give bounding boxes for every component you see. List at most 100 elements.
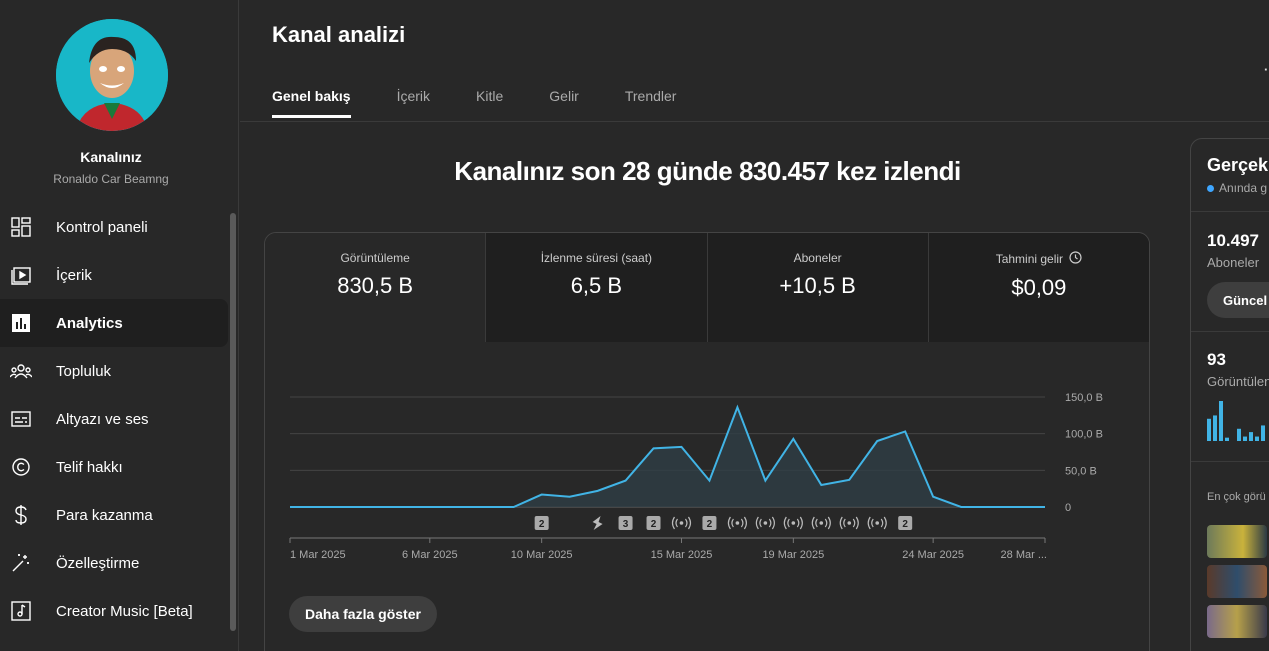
upload-count-label: 2 — [902, 519, 908, 530]
analytics-card: Görüntüleme 830,5 B İzlenme süresi (saat… — [264, 232, 1150, 651]
sidebar-item-label: Altyazı ve ses — [56, 410, 149, 428]
realtime-panel: Gerçek Anında g 10.497 Aboneler Güncel 9… — [1190, 138, 1269, 651]
sidebar-item-label: Kontrol paneli — [56, 218, 148, 236]
y-tick-label: 0 — [1065, 502, 1071, 514]
analytics-icon — [10, 312, 32, 334]
magic-wand-icon — [10, 552, 32, 574]
metric-label: Görüntüleme — [340, 251, 410, 265]
live-icon — [875, 521, 880, 525]
video-thumbnail[interactable] — [1207, 525, 1267, 558]
metric-value: +10,5 B — [779, 273, 856, 298]
realtime-views-label: Görüntülen — [1207, 374, 1269, 389]
y-tick-label: 150,0 B — [1065, 392, 1103, 404]
tab-content[interactable]: İçerik — [397, 88, 430, 118]
sidebar-item-label: Topluluk — [56, 362, 112, 380]
page-title: Kanal analizi — [272, 22, 406, 47]
y-tick-label: 50,0 B — [1065, 465, 1097, 477]
upload-count-label: 3 — [623, 519, 629, 530]
sidebar-scrollbar[interactable] — [230, 213, 236, 631]
sidebar-item-label: Telif hakkı — [56, 458, 123, 476]
copyright-icon — [10, 456, 32, 478]
upload-count-label: 2 — [539, 519, 545, 530]
subtitles-icon — [10, 408, 32, 430]
sidebar-item-customization[interactable]: Özelleştirme — [0, 539, 228, 587]
sidebar-item-community[interactable]: Topluluk — [0, 347, 228, 395]
views-chart: 150,0 B 100,0 B 50,0 B 0 1 Mar 2025 6 Mar 202… — [289, 392, 1103, 561]
shorts-icon — [592, 516, 603, 530]
tab-revenue[interactable]: Gelir — [549, 88, 579, 118]
sidebar-item-label: Özelleştirme — [56, 554, 140, 572]
content-icon — [10, 264, 32, 286]
metric-label: İzlenme süresi (saat) — [540, 251, 653, 265]
live-icon — [735, 521, 740, 525]
tab-bar: Genel bakış İçerik Kitle Gelir Trendler — [272, 88, 722, 118]
realtime-subscribers: 10.497 — [1207, 231, 1259, 250]
realtime-subscribers-label: Aboneler — [1207, 255, 1260, 270]
x-tick-label: 1 Mar 2025 — [290, 549, 346, 561]
x-tick-label: 10 Mar 2025 — [511, 549, 573, 561]
video-thumbnail[interactable] — [1207, 565, 1267, 598]
sidebar-item-analytics[interactable]: Analytics — [0, 299, 228, 347]
upload-count-label: 2 — [707, 519, 713, 530]
sidebar-item-content[interactable]: İçerik — [0, 251, 228, 299]
live-icon — [847, 521, 852, 525]
y-tick-label: 100,0 B — [1065, 429, 1103, 441]
live-icon — [791, 521, 796, 525]
dollar-icon — [10, 504, 32, 526]
show-more-button[interactable]: Daha fazla göster — [289, 596, 437, 632]
x-tick-label: 15 Mar 2025 — [651, 549, 713, 561]
tab-audience[interactable]: Kitle — [476, 88, 503, 118]
realtime-bar — [1255, 436, 1259, 441]
sidebar-nav: Kontrol paneli İçerik Analytics Topluluk… — [0, 203, 228, 635]
x-tick-label: 24 Mar 2025 — [902, 549, 964, 561]
divider — [1191, 461, 1269, 462]
metric-value: $0,09 — [1011, 275, 1067, 300]
realtime-bar — [1225, 437, 1229, 441]
metric-tabs: Görüntüleme 830,5 B İzlenme süresi (saat… — [265, 233, 1149, 342]
realtime-title: Gerçek — [1207, 155, 1269, 175]
realtime-bar — [1237, 428, 1241, 441]
sidebar-item-label: Para kazanma — [56, 506, 153, 524]
sidebar-item-label: Analytics — [56, 314, 123, 332]
header-divider — [240, 121, 1269, 122]
video-thumbnail[interactable] — [1207, 605, 1267, 638]
dashboard-icon — [10, 216, 32, 238]
tab-overview[interactable]: Genel bakış — [272, 88, 351, 118]
clock-icon — [1069, 251, 1082, 267]
channel-name: Kanalınız — [80, 149, 142, 165]
sidebar-item-label: Creator Music [Beta] — [56, 602, 193, 620]
sidebar: Kanalınız Ronaldo Car Beamng Kontrol pan… — [0, 0, 239, 651]
x-tick-label: 19 Mar 2025 — [762, 549, 824, 561]
metric-label: Tahmini gelir — [995, 252, 1064, 266]
summary-headline: Kanalınız son 28 günde 830.457 kez izlen… — [454, 156, 961, 186]
metric-label: Aboneler — [793, 251, 842, 265]
live-dot-icon — [1207, 184, 1214, 192]
metric-value: 830,5 B — [337, 273, 414, 298]
channel-avatar[interactable] — [56, 19, 168, 131]
sidebar-item-dashboard[interactable]: Kontrol paneli — [0, 203, 228, 251]
channel-handle: Ronaldo Car Beamng — [53, 172, 169, 186]
realtime-bar — [1243, 436, 1247, 441]
metric-subscribers[interactable]: Aboneler +10,5 B — [707, 233, 929, 342]
update-button[interactable]: Güncel — [1207, 282, 1269, 318]
sidebar-item-copyright[interactable]: Telif hakkı — [0, 443, 228, 491]
realtime-bar — [1213, 415, 1217, 441]
cutoff-header-glyph: · — [1264, 62, 1269, 77]
sidebar-item-creator-music[interactable]: Creator Music [Beta] — [0, 587, 228, 635]
metric-revenue[interactable]: Tahmini gelir $0,09 — [928, 233, 1149, 342]
metric-watch-time[interactable]: İzlenme süresi (saat) 6,5 B — [486, 233, 708, 342]
live-label: Anında g — [1219, 181, 1268, 195]
sidebar-item-label: İçerik — [56, 266, 92, 284]
realtime-bar — [1207, 418, 1211, 441]
sidebar-item-monetization[interactable]: Para kazanma — [0, 491, 228, 539]
live-icon — [819, 521, 824, 525]
top-content-label: En çok görü — [1207, 491, 1266, 503]
realtime-bar — [1261, 425, 1265, 441]
community-icon — [10, 360, 32, 382]
sidebar-item-subtitles[interactable]: Altyazı ve ses — [0, 395, 228, 443]
x-tick-label: 6 Mar 2025 — [402, 549, 458, 561]
upload-count-label: 2 — [651, 519, 657, 530]
tab-trends[interactable]: Trendler — [625, 88, 677, 118]
realtime-bar — [1219, 401, 1223, 441]
metric-views[interactable]: Görüntüleme 830,5 B — [265, 233, 487, 342]
